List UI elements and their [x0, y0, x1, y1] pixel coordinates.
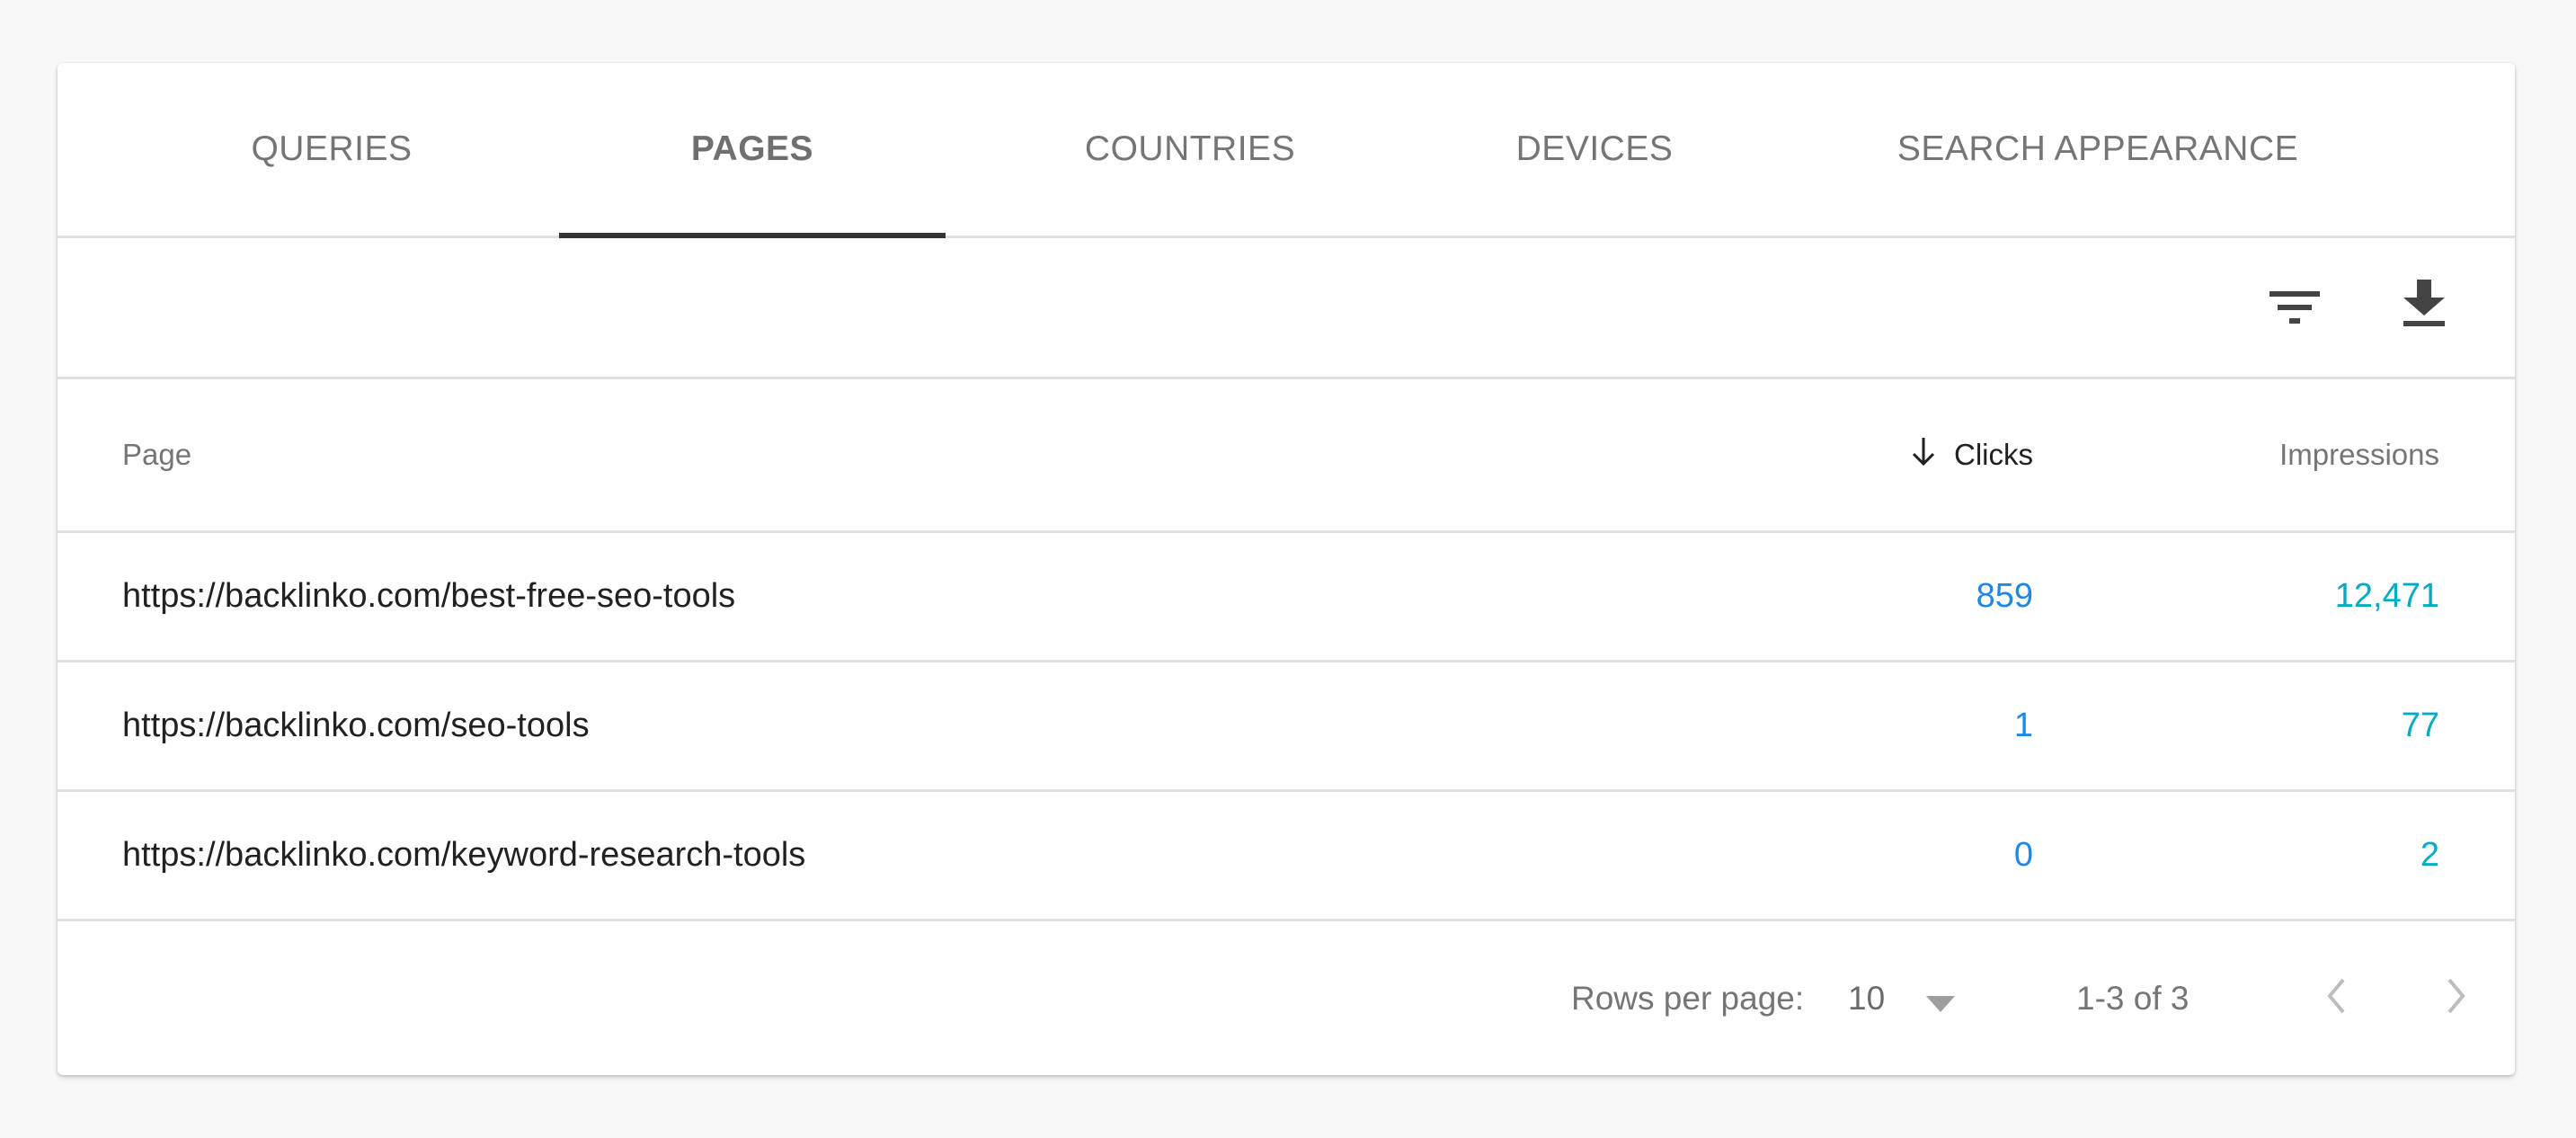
column-header-label: Clicks	[1954, 438, 2033, 471]
pagination-footer: Rows per page: 10 1-3 of 3	[58, 921, 2515, 1075]
dropdown-arrow-icon	[1926, 995, 1956, 1012]
column-header-impressions[interactable]: Impressions	[2279, 379, 2439, 530]
previous-page-button[interactable]	[2305, 965, 2367, 1027]
tab-label: PAGES	[690, 129, 814, 168]
chevron-left-icon	[2327, 978, 2345, 1014]
table-toolbar	[58, 238, 2515, 379]
rows-per-page-select[interactable]: 10	[1848, 921, 1957, 1075]
impressions-value: 77	[2401, 707, 2439, 744]
page-url[interactable]: https://backlinko.com/best-free-seo-tool…	[122, 533, 735, 660]
tab-countries[interactable]: COUNTRIES	[1037, 63, 1343, 236]
chevron-right-icon	[2447, 978, 2465, 1014]
table-row[interactable]: https://backlinko.com/best-free-seo-tool…	[58, 533, 2515, 662]
dimension-tabs: QUERIES PAGES COUNTRIES DEVICES SEARCH A…	[58, 63, 2515, 238]
impressions-value: 12,471	[2334, 577, 2439, 615]
column-header-clicks[interactable]: Clicks	[1911, 379, 2033, 530]
tab-label: COUNTRIES	[1084, 129, 1296, 168]
clicks-value: 1	[2013, 707, 2033, 744]
tab-devices[interactable]: DEVICES	[1460, 63, 1729, 236]
tab-pages[interactable]: PAGES	[559, 63, 946, 238]
download-icon	[2403, 280, 2445, 326]
tab-label: SEARCH APPEARANCE	[1896, 129, 2299, 168]
page-url[interactable]: https://backlinko.com/seo-tools	[122, 662, 590, 789]
filter-button[interactable]	[2263, 276, 2326, 339]
tab-search-appearance[interactable]: SEARCH APPEARANCE	[1873, 63, 2323, 236]
performance-table-card: QUERIES PAGES COUNTRIES DEVICES SEARCH A…	[58, 63, 2515, 1075]
download-button[interactable]	[2393, 272, 2456, 335]
rows-per-page-value: 10	[1848, 979, 1886, 1017]
clicks-value: 859	[1976, 577, 2033, 615]
rows-per-page-label: Rows per page:	[1571, 979, 1805, 1017]
tab-label: QUERIES	[251, 129, 413, 168]
arrow-down-icon	[1912, 438, 1935, 467]
filter-icon	[2270, 291, 2320, 324]
tab-queries[interactable]: QUERIES	[210, 63, 453, 236]
table-row[interactable]: https://backlinko.com/seo-tools 1 77	[58, 662, 2515, 792]
column-header-page[interactable]: Page	[122, 379, 191, 530]
clicks-value: 0	[2013, 836, 2033, 874]
column-header-label: Impressions	[2279, 438, 2439, 471]
table-header: Page Clicks Impressions	[58, 379, 2515, 533]
page-url[interactable]: https://backlinko.com/keyword-research-t…	[122, 792, 805, 919]
column-header-label: Page	[122, 438, 192, 471]
next-page-button[interactable]	[2425, 965, 2488, 1027]
pagination-range: 1-3 of 3	[2076, 979, 2190, 1017]
tab-label: DEVICES	[1515, 129, 1674, 168]
impressions-value: 2	[2420, 836, 2439, 874]
table-row[interactable]: https://backlinko.com/keyword-research-t…	[58, 792, 2515, 921]
